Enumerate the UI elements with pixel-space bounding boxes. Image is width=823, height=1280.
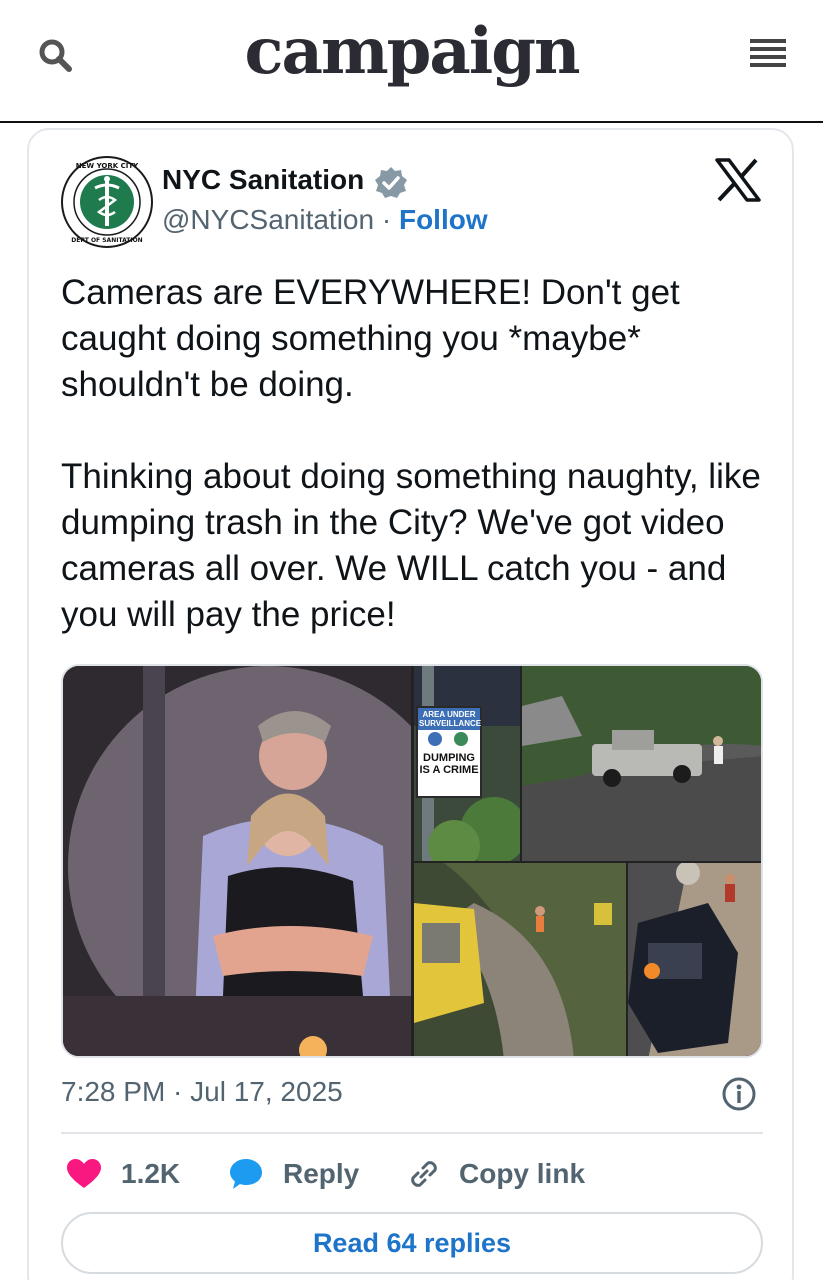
read-replies-label: Read 64 replies [312, 1227, 512, 1258]
handle-separator: · [374, 204, 399, 235]
link-icon [411, 1161, 437, 1187]
footer-divider [61, 1132, 763, 1134]
copy-link-label: Copy link [459, 1158, 586, 1189]
svg-text:NEW YORK CITY: NEW YORK CITY [76, 162, 139, 170]
tweet-actions: 1.2K Reply Copy link [61, 1154, 763, 1194]
svg-text:DEPT OF SANITATION: DEPT OF SANITATION [71, 237, 142, 244]
tweet-media[interactable]: AREA UNDER SURVEILLANCE DUMPING IS A CRI… [61, 664, 763, 1058]
copy-link-button[interactable]: Copy link [407, 1154, 585, 1194]
reply-label: Reply [283, 1158, 360, 1189]
reply-bubble-icon [230, 1159, 262, 1189]
heart-icon [67, 1159, 101, 1188]
verified-badge-icon [374, 166, 408, 200]
info-icon[interactable] [721, 1076, 757, 1112]
like-button[interactable]: 1.2K [67, 1154, 180, 1194]
reply-button[interactable]: Reply [229, 1154, 359, 1194]
x-logo-icon[interactable] [715, 158, 761, 202]
site-logo[interactable]: campaign [0, 14, 823, 89]
read-replies-button[interactable]: Read 64 replies [61, 1212, 763, 1274]
header-divider [0, 121, 823, 123]
avatar[interactable]: NEW YORK CITY DEPT OF SANITATION [61, 156, 153, 248]
author-name[interactable]: NYC Sanitation [162, 164, 364, 196]
handle-row: @NYCSanitation · Follow [162, 204, 488, 236]
site-header: campaign [0, 0, 823, 124]
surveillance-sign: AREA UNDER SURVEILLANCE DUMPING IS A CRI… [416, 706, 482, 798]
sign-band-text: AREA UNDER SURVEILLANCE [418, 708, 482, 730]
sign-seal-icon [454, 732, 468, 746]
like-count: 1.2K [121, 1158, 181, 1189]
follow-button[interactable]: Follow [399, 204, 488, 235]
media-photo-sign[interactable]: AREA UNDER SURVEILLANCE DUMPING IS A CRI… [414, 666, 520, 861]
tweet-timestamp[interactable]: 7:28 PM · Jul 17, 2025 [61, 1076, 343, 1108]
sign-seal-icon [428, 732, 442, 746]
media-photo-truck[interactable] [522, 666, 761, 861]
author-handle[interactable]: @NYCSanitation [162, 204, 374, 235]
media-photo-suv[interactable] [628, 863, 761, 1056]
media-photo-couple[interactable] [63, 666, 411, 1056]
tweet-text: Cameras are EVERYWHERE! Don't get caught… [61, 273, 761, 634]
hamburger-menu-icon[interactable] [748, 36, 788, 70]
sign-text: DUMPING IS A CRIME [419, 752, 479, 776]
tweet-card: NEW YORK CITY DEPT OF SANITATION NYC San… [27, 128, 794, 1280]
media-photo-taxi[interactable] [414, 863, 626, 1056]
